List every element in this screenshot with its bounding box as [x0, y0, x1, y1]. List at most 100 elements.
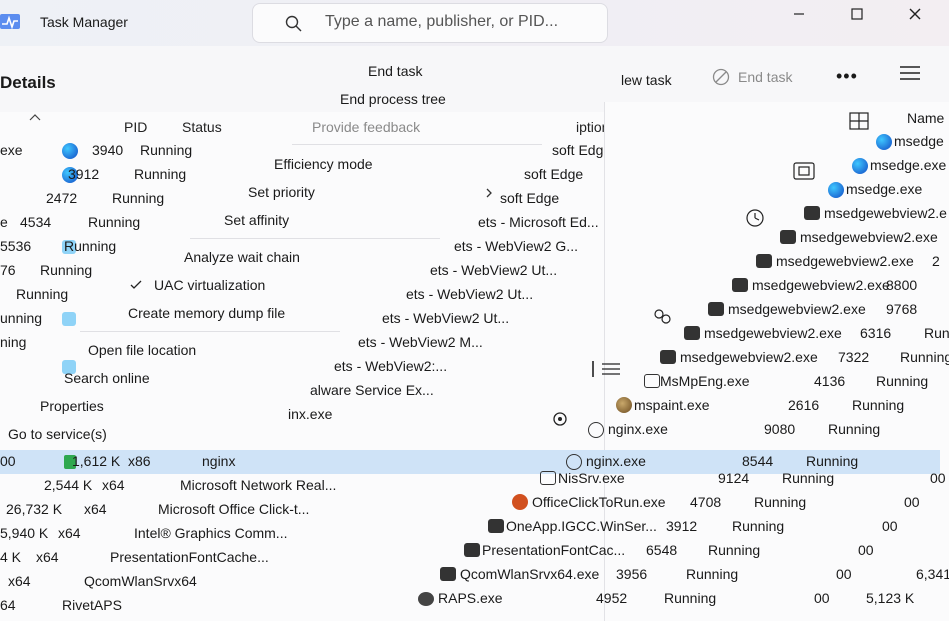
close-button[interactable] — [892, 0, 938, 28]
row-value: 00 — [0, 453, 16, 469]
row-description: soft Edge — [500, 190, 560, 206]
process-name: RAPS.exe — [438, 590, 503, 606]
menu-item-analyze-wait-chain[interactable]: Analyze wait chain — [184, 249, 300, 265]
window-icon — [756, 254, 772, 268]
end-task-button[interactable]: End task — [712, 68, 792, 86]
users-icon[interactable] — [651, 308, 673, 326]
table-row[interactable]: 2472 Running soft Edge — [0, 187, 660, 211]
process-name: msedge.exe — [870, 157, 947, 173]
search-icon — [285, 15, 302, 32]
hamburger-menu-icon[interactable] — [898, 63, 922, 83]
title-bar: Task Manager — [0, 0, 949, 46]
menu-item-open-file-location[interactable]: Open file location — [88, 342, 196, 358]
process-value: 00 — [930, 470, 946, 486]
close-icon — [909, 8, 921, 20]
process-pid: 6316 — [860, 325, 892, 341]
table-row[interactable]: 64 RivetAPS — [0, 594, 660, 618]
services-icon[interactable] — [549, 408, 571, 430]
process-name: msedgewebview2.exe — [728, 301, 866, 317]
performance-icon[interactable] — [793, 162, 815, 180]
paint-icon — [616, 397, 632, 413]
raps-icon — [418, 592, 434, 606]
menu-item-uac-virtualization[interactable]: UAC virtualization — [154, 277, 265, 293]
menu-item-search-online[interactable]: Search online — [64, 370, 150, 386]
table-row[interactable]: Running ets - WebView2 Ut... — [0, 283, 660, 307]
row-pid: 3912 — [68, 166, 100, 182]
window-icon — [464, 543, 480, 557]
row-architecture: x64 — [102, 477, 125, 493]
nginx-icon — [566, 454, 582, 470]
menu-item-go-to-services[interactable]: Go to service(s) — [8, 426, 107, 442]
row-status: ning — [0, 334, 27, 350]
menu-item-provide-feedback[interactable]: Provide feedback — [312, 119, 420, 135]
process-name: mspaint.exe — [634, 397, 710, 413]
column-header-name[interactable]: Name — [907, 110, 944, 126]
process-pid: 3912 — [666, 518, 698, 534]
row-name: e — [0, 214, 8, 230]
process-pid: 6548 — [646, 542, 678, 558]
process-pid: 3956 — [616, 566, 648, 582]
end-task-label: End task — [738, 69, 793, 85]
view-toggle-icon[interactable] — [849, 112, 869, 130]
process-status: Running — [900, 349, 949, 365]
column-header-status[interactable]: Status — [182, 119, 222, 135]
process-name: msedge — [894, 133, 944, 149]
row-status: Running — [88, 214, 141, 230]
row-description: soft Edge — [524, 166, 584, 182]
process-status: Runi — [924, 325, 949, 341]
table-row[interactable]: 76 Running ets - WebView2 Ut... — [0, 259, 660, 283]
processes-list-icon[interactable] — [590, 358, 626, 380]
process-status: Running — [754, 494, 807, 510]
search-box[interactable] — [252, 3, 608, 43]
window-icon — [732, 278, 748, 292]
row-description: RivetAPS — [62, 597, 122, 613]
startup-apps-icon[interactable] — [745, 208, 765, 228]
row-architecture: x64 — [36, 549, 59, 565]
process-pid: 4136 — [814, 373, 846, 389]
edge-icon — [62, 143, 78, 159]
row-description: alware Service Ex... — [310, 382, 434, 398]
process-value: 00 — [814, 590, 830, 606]
row-memory: 1,612 K — [72, 453, 121, 469]
menu-item-efficiency-mode[interactable]: Efficiency mode — [274, 156, 373, 172]
more-options-button[interactable]: ••• — [836, 66, 858, 87]
menu-item-end-process-tree[interactable]: End process tree — [340, 91, 446, 107]
menu-item-set-priority[interactable]: Set priority — [248, 184, 315, 200]
process-name: nginx.exe — [608, 421, 668, 437]
row-name: exe — [0, 142, 23, 158]
row-architecture: x64 — [84, 501, 107, 517]
process-name: msedge.exe — [846, 181, 923, 197]
process-pid: 4952 — [596, 590, 628, 606]
menu-item-properties[interactable]: Properties — [40, 398, 104, 414]
row-description: ets - WebView2 Ut... — [406, 286, 534, 302]
window-icon — [780, 230, 796, 244]
search-input[interactable] — [325, 13, 595, 31]
row-description: QcomWlanSrvx64 — [84, 573, 197, 589]
process-name: msedgewebview2.exe — [752, 277, 890, 293]
run-new-task-button[interactable]: lew task — [621, 72, 672, 88]
process-status: Running — [852, 397, 905, 413]
window-icon — [804, 206, 820, 220]
process-memory: 6,341 — [916, 566, 949, 582]
row-description: Microsoft Office Click-t... — [158, 501, 310, 517]
task-manager-app-icon — [0, 14, 20, 30]
maximize-button[interactable] — [834, 0, 880, 28]
table-row[interactable]: unning ets - WebView2 Ut... — [0, 307, 660, 331]
process-name: nginx.exe — [586, 453, 646, 469]
row-description: ets - WebView2 G... — [454, 238, 578, 254]
menu-separator — [80, 331, 340, 332]
row-memory: 5,940 K — [0, 525, 49, 541]
process-status: Running — [782, 470, 835, 486]
window-icon — [540, 471, 556, 485]
checkmark-icon — [130, 280, 142, 289]
row-architecture: x64 — [58, 525, 81, 541]
minimize-button[interactable] — [776, 0, 822, 28]
menu-item-set-affinity[interactable]: Set affinity — [224, 212, 289, 228]
column-header-pid[interactable]: PID — [124, 119, 147, 135]
row-description: soft Edge — [552, 142, 612, 158]
table-row[interactable]: e 4534 Running ets - Microsoft Ed... — [0, 211, 660, 235]
menu-item-end-task[interactable]: End task — [368, 63, 422, 79]
menu-item-create-memory-dump[interactable]: Create memory dump file — [128, 305, 285, 321]
edge-icon — [852, 158, 868, 174]
process-status: Running — [686, 566, 739, 582]
